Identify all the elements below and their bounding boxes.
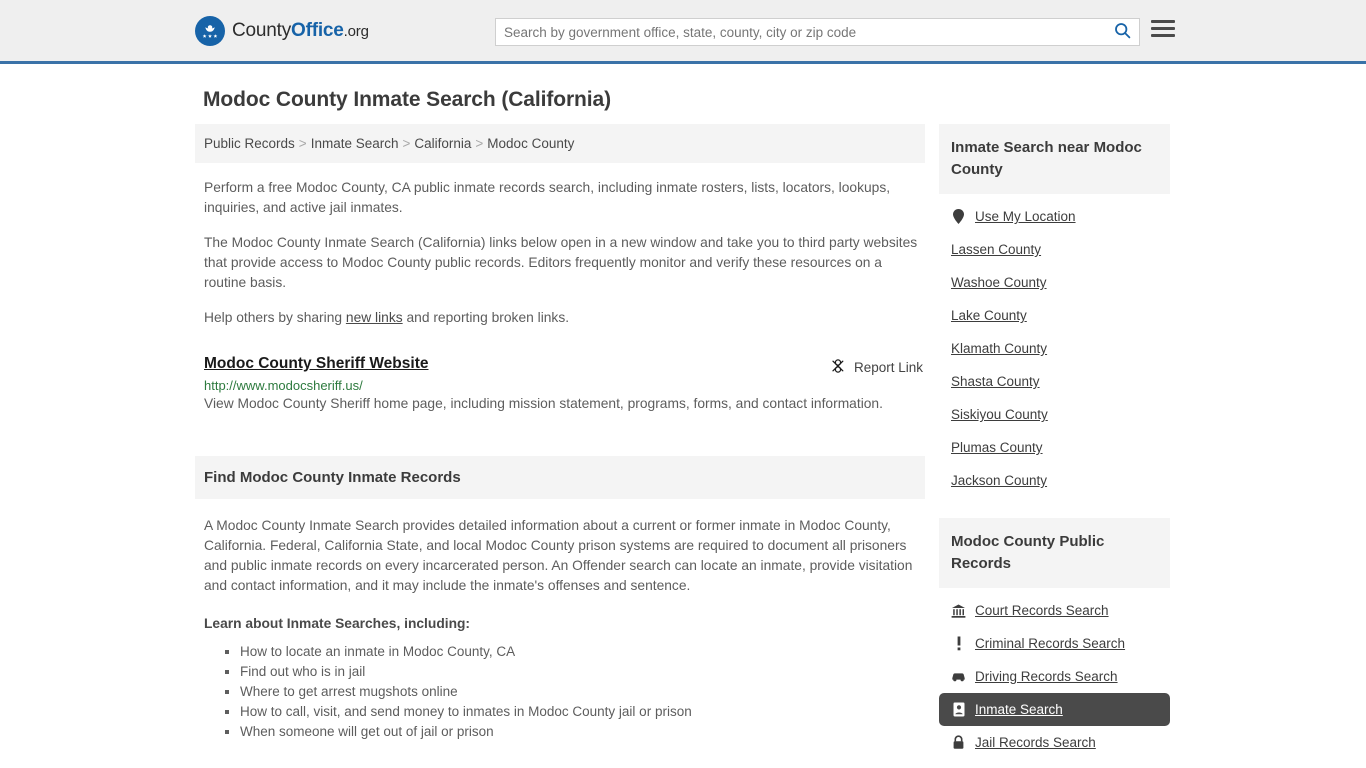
sidebar: Inmate Search near Modoc County Use My L… <box>939 124 1170 759</box>
report-link-button[interactable]: Report Link <box>830 358 923 377</box>
sidebar-item-jackson-county[interactable]: Jackson County <box>939 464 1170 497</box>
sidebar-item-lassen-county[interactable]: Lassen County <box>939 233 1170 266</box>
hamburger-bar <box>1151 34 1175 37</box>
logo-county: County <box>232 19 292 41</box>
logo-office: Office <box>291 19 344 41</box>
nearby-card-list: Use My Location Lassen County Washoe Cou… <box>939 194 1170 497</box>
learn-heading: Learn about Inmate Searches, including: <box>204 616 471 631</box>
sidebar-item-washoe-county[interactable]: Washoe County <box>939 266 1170 299</box>
breadcrumb-item-public-records[interactable]: Public Records <box>204 136 295 151</box>
sidebar-item-label: Klamath County <box>951 341 1048 356</box>
broken-link-icon <box>830 358 846 377</box>
public-records-card-heading: Modoc County Public Records <box>939 518 1170 588</box>
list-item: How to call, visit, and send money to in… <box>240 702 925 722</box>
breadcrumb: Public Records > Inmate Search > California >… <box>195 124 925 163</box>
sidebar-item-label: Use My Location <box>975 209 1076 224</box>
intro-paragraph-1: Perform a free Modoc County, CA public i… <box>204 180 891 215</box>
list-item: Where to get arrest mugshots online <box>240 682 925 702</box>
sidebar-item-label: Driving Records Search <box>975 669 1118 684</box>
intro-paragraph-3: Help others by sharing new links and rep… <box>204 308 925 328</box>
share-text-after: and reporting broken links. <box>402 310 570 325</box>
page-title: Modoc County Inmate Search (California) <box>203 88 611 111</box>
breadcrumb-separator: > <box>402 136 411 151</box>
sidebar-item-court-records-search[interactable]: Court Records Search <box>939 594 1170 627</box>
result-url: http://www.modocsheriff.us/ <box>204 378 363 393</box>
car-icon <box>951 669 966 684</box>
breadcrumb-item-california[interactable]: California <box>414 136 471 151</box>
map-pin-icon <box>951 209 966 224</box>
site-header: CountyOffice.org <box>0 0 1366 64</box>
sidebar-item-inmate-search[interactable]: Inmate Search <box>939 693 1170 726</box>
new-links-link[interactable]: new links <box>346 310 403 325</box>
list-item: When someone will get out of jail or pri… <box>240 722 925 742</box>
list-item: How to locate an inmate in Modoc County,… <box>240 642 925 662</box>
sidebar-item-use-my-location[interactable]: Use My Location <box>939 200 1170 233</box>
intro-paragraph-2: The Modoc County Inmate Search (Californ… <box>204 235 918 290</box>
report-link-label: Report Link <box>853 360 923 375</box>
sidebar-item-label: Lassen County <box>951 242 1042 257</box>
sidebar-item-label: Washoe County <box>951 275 1047 290</box>
list-item: Find out who is in jail <box>240 662 925 682</box>
sidebar-item-klamath-county[interactable]: Klamath County <box>939 332 1170 365</box>
sidebar-item-criminal-records-search[interactable]: Criminal Records Search <box>939 627 1170 660</box>
logo-org: .org <box>343 22 369 40</box>
site-logo[interactable]: CountyOffice.org <box>195 15 369 46</box>
section-heading: Find Modoc County Inmate Records <box>195 456 925 499</box>
main-content: Public Records > Inmate Search > California >… <box>195 124 925 742</box>
lock-icon <box>951 735 966 750</box>
sidebar-item-label: Jail Records Search <box>975 735 1096 750</box>
eagle-seal-icon <box>195 15 225 46</box>
learn-list: How to locate an inmate in Modoc County,… <box>204 642 925 742</box>
sidebar-item-lake-county[interactable]: Lake County <box>939 299 1170 332</box>
sidebar-item-label: Shasta County <box>951 374 1040 389</box>
result-item: Modoc County Sheriff Website Report Link… <box>204 355 925 414</box>
search-icon <box>1114 22 1131 42</box>
hamburger-bar <box>1151 20 1175 23</box>
sidebar-item-shasta-county[interactable]: Shasta County <box>939 365 1170 398</box>
breadcrumb-separator: > <box>298 136 307 151</box>
result-description: View Modoc County Sheriff home page, inc… <box>204 396 883 411</box>
sidebar-item-label: Court Records Search <box>975 603 1109 618</box>
search-button[interactable] <box>1105 19 1139 45</box>
sidebar-item-label: Jackson County <box>951 473 1048 488</box>
sidebar-item-label: Lake County <box>951 308 1027 323</box>
result-title-link[interactable]: Modoc County Sheriff Website <box>204 355 428 373</box>
sidebar-item-label: Inmate Search <box>975 702 1063 717</box>
courthouse-icon <box>951 603 966 618</box>
breadcrumb-separator: > <box>475 136 484 151</box>
hamburger-menu-icon[interactable] <box>1151 20 1175 37</box>
share-text-before: Help others by sharing <box>204 310 346 325</box>
sidebar-item-label: Criminal Records Search <box>975 636 1126 651</box>
section-body: A Modoc County Inmate Search provides de… <box>195 516 925 742</box>
breadcrumb-item-inmate-search[interactable]: Inmate Search <box>311 136 399 151</box>
site-logo-text: CountyOffice.org <box>232 20 369 42</box>
sidebar-item-driving-records-search[interactable]: Driving Records Search <box>939 660 1170 693</box>
section-paragraph: A Modoc County Inmate Search provides de… <box>204 518 913 593</box>
sidebar-item-label: Plumas County <box>951 440 1043 455</box>
search-bar <box>495 18 1140 46</box>
hamburger-bar <box>1151 27 1175 30</box>
nearby-inmate-search-card: Inmate Search near Modoc County Use My L… <box>939 124 1170 497</box>
exclamation-icon <box>951 636 966 651</box>
sidebar-item-plumas-county[interactable]: Plumas County <box>939 431 1170 464</box>
sidebar-item-siskiyou-county[interactable]: Siskiyou County <box>939 398 1170 431</box>
search-input[interactable] <box>496 19 1105 45</box>
public-records-card-list: Court Records Search Criminal Records Se… <box>939 588 1170 759</box>
id-badge-icon <box>951 702 966 717</box>
sidebar-item-label: Siskiyou County <box>951 407 1048 422</box>
breadcrumb-item-modoc-county[interactable]: Modoc County <box>487 136 574 151</box>
public-records-card: Modoc County Public Records Court Record… <box>939 518 1170 759</box>
sidebar-item-jail-records-search[interactable]: Jail Records Search <box>939 726 1170 759</box>
nearby-card-heading: Inmate Search near Modoc County <box>939 124 1170 194</box>
